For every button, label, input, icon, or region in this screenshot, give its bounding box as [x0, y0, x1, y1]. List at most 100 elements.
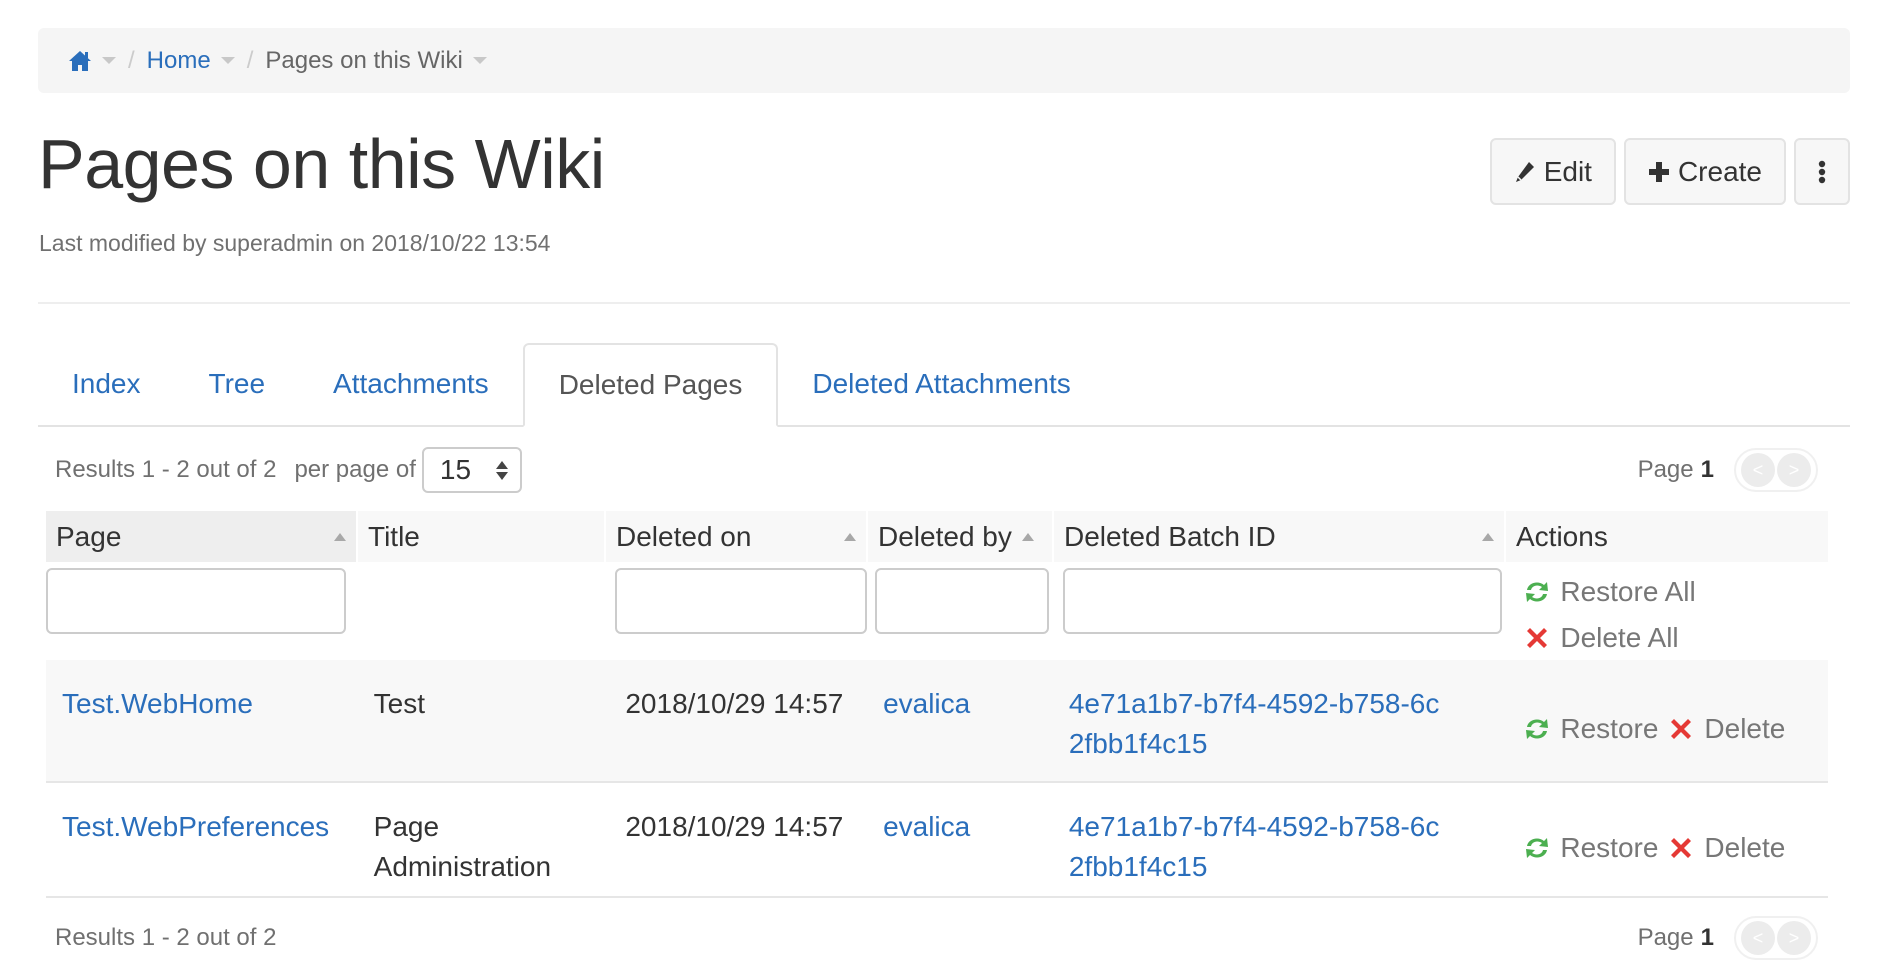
column-header-deleted-by[interactable]: Deleted by — [868, 511, 1052, 562]
tab-tree[interactable]: Tree — [175, 343, 300, 425]
next-page-button[interactable]: > — [1777, 453, 1811, 487]
edit-button[interactable]: Edit — [1489, 138, 1616, 205]
breadcrumb-separator: / — [128, 46, 135, 74]
column-header-label: Deleted Batch ID — [1064, 520, 1276, 552]
page-label: Page — [1637, 456, 1694, 483]
tab-bar: Index Tree Attachments Deleted Pages Del… — [38, 343, 1850, 427]
results-summary: Results 1 - 2 out of 2 — [55, 924, 277, 951]
vertical-ellipsis-icon — [1818, 160, 1826, 183]
next-page-button[interactable]: > — [1777, 921, 1811, 955]
breadcrumb-home-caret-icon[interactable] — [102, 57, 116, 64]
table-header-row: Page Title Deleted on Deleted by Deleted… — [46, 511, 1828, 562]
pager-nav: < > — [1734, 448, 1818, 492]
header-divider — [38, 302, 1850, 304]
page-link[interactable]: Test.WebPreferences — [62, 811, 329, 842]
breadcrumb-item-home[interactable]: Home — [147, 47, 211, 75]
pagination-bottom: Page 1 < > — [1638, 914, 1818, 962]
restore-icon — [1526, 718, 1549, 739]
column-header-title: Title — [358, 511, 604, 562]
deleted-on-cell: 2018/10/29 14:57 — [625, 688, 844, 719]
breadcrumb: / Home / Pages on this Wiki — [38, 28, 1850, 93]
create-button[interactable]: Create — [1623, 138, 1786, 205]
pagination-top: Page 1 < > — [1638, 446, 1818, 494]
row-actions: Restore Delete — [1504, 783, 1826, 896]
deleted-by-link[interactable]: evalica — [883, 811, 970, 842]
delete-x-icon — [1671, 718, 1692, 739]
page-title-cell: Page Administration — [373, 811, 552, 882]
create-button-label: Create — [1677, 155, 1762, 187]
column-header-label: Deleted on — [616, 520, 752, 552]
delete-all-label: Delete All — [1560, 622, 1679, 653]
tab-deleted-pages[interactable]: Deleted Pages — [522, 343, 779, 427]
results-bar-bottom: Results 1 - 2 out of 2 — [55, 914, 276, 962]
filter-page-input[interactable] — [46, 568, 346, 634]
per-page-select[interactable]: 15 — [421, 447, 522, 493]
pager-nav: < > — [1734, 916, 1818, 960]
sort-icon — [1021, 532, 1034, 541]
column-header-actions: Actions — [1506, 511, 1828, 562]
home-icon — [69, 50, 91, 71]
deleted-by-link[interactable]: evalica — [883, 688, 970, 719]
sort-ascending-icon — [334, 532, 346, 541]
page-actions: Edit Create — [1489, 138, 1850, 205]
prev-page-button[interactable]: < — [1741, 453, 1775, 487]
plus-icon — [1648, 161, 1669, 182]
filter-deleted-on-input[interactable] — [615, 568, 868, 634]
delete-label: Delete — [1704, 831, 1786, 863]
delete-x-icon — [1671, 837, 1692, 858]
restore-icon — [1526, 582, 1549, 602]
tab-index[interactable]: Index — [38, 343, 175, 425]
breadcrumb-current-dropdown-icon[interactable] — [472, 57, 487, 64]
sort-icon — [1482, 532, 1494, 541]
current-page-number: 1 — [1700, 924, 1714, 951]
restore-all-button[interactable]: Restore All — [1522, 576, 1826, 608]
column-header-deleted-on[interactable]: Deleted on — [606, 511, 866, 562]
tab-attachments[interactable]: Attachments — [299, 343, 523, 425]
restore-button[interactable]: Restore — [1522, 828, 1658, 868]
pencil-icon — [1515, 161, 1534, 182]
page-title: Pages on this Wiki — [38, 125, 605, 203]
column-header-label: Title — [368, 520, 420, 552]
prev-page-button[interactable]: < — [1741, 921, 1775, 955]
row-actions: Restore Delete — [1504, 660, 1826, 781]
filter-row: Restore All Delete All — [46, 562, 1828, 658]
column-header-batch-id[interactable]: Deleted Batch ID — [1054, 511, 1504, 562]
restore-icon — [1526, 837, 1549, 858]
page-link[interactable]: Test.WebHome — [62, 688, 253, 719]
filter-deleted-by-input[interactable] — [875, 568, 1049, 634]
bulk-actions: Restore All Delete All — [1504, 568, 1826, 658]
deleted-on-cell: 2018/10/29 14:57 — [625, 811, 844, 842]
delete-label: Delete — [1704, 712, 1786, 744]
select-arrows-icon — [495, 460, 508, 480]
sort-icon — [844, 532, 856, 541]
delete-button[interactable]: Delete — [1666, 709, 1785, 749]
restore-label: Restore — [1560, 831, 1659, 863]
breadcrumb-home-dropdown-icon[interactable] — [220, 57, 235, 64]
last-modified-info: Last modified by superadmin on 2018/10/2… — [39, 230, 551, 256]
delete-all-button[interactable]: Delete All — [1522, 622, 1826, 654]
page-label: Page — [1637, 924, 1694, 951]
breadcrumb-home[interactable] — [68, 50, 92, 72]
delete-x-icon — [1527, 628, 1548, 648]
batch-id-link[interactable]: 4e71a1b7-b7f4-4592-b758-6c2fbb1f4c15 — [1069, 688, 1440, 759]
page-title-cell: Test — [373, 688, 425, 719]
deleted-pages-table: Page Title Deleted on Deleted by Deleted… — [46, 511, 1828, 898]
column-header-label: Page — [56, 520, 122, 552]
table-row: Test.WebPreferences Page Administration … — [46, 783, 1828, 898]
per-page-label: per page of — [294, 456, 416, 483]
filter-batch-id-input[interactable] — [1062, 568, 1503, 634]
edit-button-label: Edit — [1543, 155, 1592, 187]
more-actions-button[interactable] — [1794, 138, 1850, 205]
column-header-label: Deleted by — [878, 520, 1012, 552]
batch-id-link[interactable]: 4e71a1b7-b7f4-4592-b758-6c2fbb1f4c15 — [1069, 811, 1440, 882]
results-summary: Results 1 - 2 out of 2 — [55, 456, 277, 483]
results-bar-top: Results 1 - 2 out of 2 per page of 15 — [55, 446, 522, 494]
tab-deleted-attachments[interactable]: Deleted Attachments — [778, 343, 1104, 425]
delete-button[interactable]: Delete — [1666, 828, 1785, 868]
column-header-page[interactable]: Page — [46, 511, 356, 562]
table-row: Test.WebHome Test 2018/10/29 14:57 evali… — [46, 660, 1828, 783]
breadcrumb-separator: / — [246, 46, 254, 74]
restore-button[interactable]: Restore — [1522, 709, 1658, 749]
column-header-label: Actions — [1516, 520, 1608, 552]
per-page-value: 15 — [439, 454, 472, 485]
